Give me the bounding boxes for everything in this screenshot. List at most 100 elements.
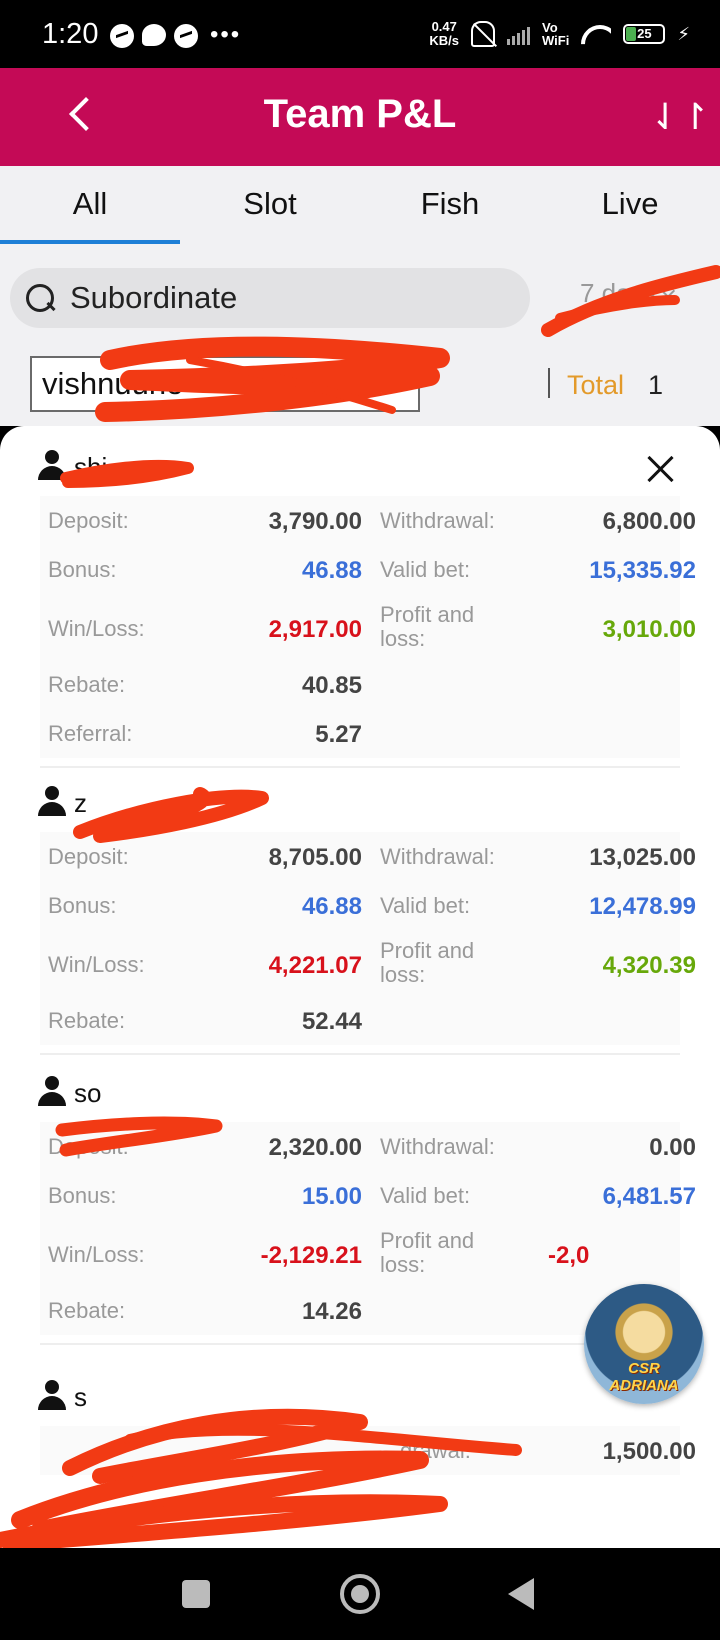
- total-label: Total: [567, 370, 625, 400]
- rebate-label: Rebate:: [48, 672, 126, 697]
- member-stats: Deposit: 3,790.00 Withdrawal: 6,800.00 B…: [40, 496, 696, 758]
- valid-bet-label: Valid bet:: [380, 893, 471, 918]
- notification-icons: •••: [110, 21, 242, 48]
- win-loss-label: Win/Loss:: [48, 1242, 145, 1267]
- search-placeholder: Subordinate: [70, 280, 238, 315]
- bonus-value: 15.00: [301, 1183, 362, 1210]
- vowifi-icon: Vo WiFi: [542, 20, 570, 48]
- recent-apps-icon[interactable]: [182, 1580, 210, 1608]
- status-time: 1:20: [42, 18, 99, 50]
- deposit-label: Deposit:: [48, 508, 129, 533]
- bonus-value: 46.88: [301, 893, 362, 920]
- bonus-label: Bonus:: [48, 1183, 117, 1208]
- member-stats: Deposit: 2,320.00 Withdrawal: 0.00 Bonus…: [40, 1122, 696, 1335]
- withdrawal-value: 13,025.00: [589, 844, 696, 871]
- withdrawal-label: Withdrawal:: [380, 508, 495, 533]
- sort-arrows-icon[interactable]: ⇃↾: [650, 92, 710, 142]
- profit-loss-label-line1: Profit and: [380, 1228, 475, 1253]
- messenger-icon: [110, 24, 134, 48]
- tab-live[interactable]: Live: [540, 166, 720, 248]
- win-loss-label: Win/Loss:: [48, 616, 145, 641]
- network-speed: 0.47 KB/s: [429, 19, 460, 48]
- signal-icon: [507, 23, 531, 45]
- profit-loss-value: 4,320.39: [602, 952, 696, 979]
- deposit-label: Deposit:: [48, 1134, 129, 1159]
- more-notifications-icon: •••: [210, 21, 242, 48]
- wifi-icon: [581, 23, 611, 45]
- referral-label: Referral:: [48, 721, 133, 746]
- support-avatar-button[interactable]: CSR ADRIANA: [584, 1284, 704, 1404]
- profit-loss-label-line1: Profit and: [380, 602, 475, 627]
- profit-loss-label-line2: loss:: [380, 626, 426, 651]
- rebate-label: Rebate:: [48, 1008, 126, 1033]
- win-loss-value: 2,917.00: [268, 616, 362, 643]
- member-stats: Deposit: 8,705.00 Withdrawal: 13,025.00 …: [40, 832, 696, 1045]
- rebate-value: 40.85: [301, 672, 362, 699]
- rebate-value: 52.44: [301, 1008, 362, 1035]
- page-title: Team P&L: [263, 92, 457, 136]
- rebate-value: 14.26: [301, 1298, 362, 1325]
- bonus-label: Bonus:: [48, 557, 117, 582]
- person-icon: [38, 1076, 66, 1106]
- filter-row: vishnuune Total 1: [0, 344, 720, 426]
- deposit-value: 2,320.00: [268, 1134, 362, 1161]
- profit-loss-value: -2,0: [548, 1242, 590, 1269]
- messenger-icon: [174, 24, 198, 48]
- divider: [548, 368, 550, 398]
- bonus-label: Bonus:: [48, 893, 117, 918]
- member-stats: drawal: 1,500.00: [40, 1426, 696, 1475]
- search-icon: [24, 282, 56, 314]
- deposit-value: 8,705.00: [268, 844, 362, 871]
- search-row: Subordinate 7 days: [0, 248, 720, 344]
- member-name: so: [74, 1078, 102, 1108]
- system-navigation-bar: [0, 1548, 720, 1640]
- tab-slot[interactable]: Slot: [180, 166, 360, 248]
- profit-loss-label-line2: loss:: [380, 962, 426, 987]
- withdrawal-label: drawal:: [400, 1438, 471, 1463]
- member-card: z Deposit: 8,705.00 Withdrawal: 13,025.0…: [0, 762, 720, 1055]
- period-dropdown[interactable]: 7 days: [580, 278, 675, 309]
- rebate-label: Rebate:: [48, 1298, 126, 1323]
- withdrawal-value: 6,800.00: [602, 508, 696, 535]
- home-icon[interactable]: [340, 1574, 380, 1614]
- system-icons: 0.47 KB/s Vo WiFi 25 ⚡: [429, 20, 690, 48]
- person-icon: [38, 786, 66, 816]
- win-loss-value: -2,129.21: [260, 1242, 362, 1269]
- tab-all[interactable]: All: [0, 166, 180, 248]
- withdrawal-label: Withdrawal:: [380, 1134, 495, 1159]
- bonus-value: 46.88: [301, 557, 362, 584]
- valid-bet-value: 15,335.92: [589, 557, 696, 584]
- battery-icon: 25: [623, 24, 666, 44]
- profit-loss-value: 3,010.00: [602, 616, 696, 643]
- back-icon[interactable]: [508, 1578, 534, 1610]
- referral-value: 5.27: [315, 721, 362, 748]
- status-bar: 1:20 ••• 0.47 KB/s Vo WiFi 25 ⚡: [0, 0, 720, 68]
- valid-bet-value: 6,481.57: [602, 1183, 696, 1210]
- app-header: Team P&L ⇃↾: [0, 68, 720, 166]
- chevron-down-icon: [660, 283, 675, 299]
- deposit-label: Deposit:: [48, 844, 129, 869]
- deposit-value: 3,790.00: [268, 508, 362, 535]
- withdrawal-value: 0.00: [649, 1134, 696, 1161]
- member-name: s: [74, 1382, 87, 1412]
- charging-icon: ⚡: [677, 23, 690, 44]
- win-loss-label: Win/Loss:: [48, 952, 145, 977]
- member-name: z: [74, 788, 87, 818]
- person-icon: [38, 450, 66, 480]
- tab-fish[interactable]: Fish: [360, 166, 540, 248]
- period-label: 7 days: [580, 278, 657, 308]
- valid-bet-label: Valid bet:: [380, 1183, 471, 1208]
- withdrawal-value: 1,500.00: [602, 1438, 696, 1465]
- profit-loss-label-line1: Profit and: [380, 938, 475, 963]
- profit-loss-label-line2: loss:: [380, 1252, 426, 1277]
- withdrawal-label: Withdrawal:: [380, 844, 495, 869]
- subordinate-search-input[interactable]: Subordinate: [10, 268, 530, 328]
- chat-icon: [142, 24, 166, 46]
- bell-off-icon: [471, 21, 496, 47]
- total-count: 1: [648, 370, 664, 400]
- person-icon: [38, 1380, 66, 1410]
- username-filter-field[interactable]: vishnuune: [30, 356, 420, 412]
- game-type-tabs: All Slot Fish Live: [0, 166, 720, 248]
- member-card: shi Deposit: 3,790.00 Withdrawal: 6,800.…: [0, 426, 720, 768]
- valid-bet-value: 12,478.99: [589, 893, 696, 920]
